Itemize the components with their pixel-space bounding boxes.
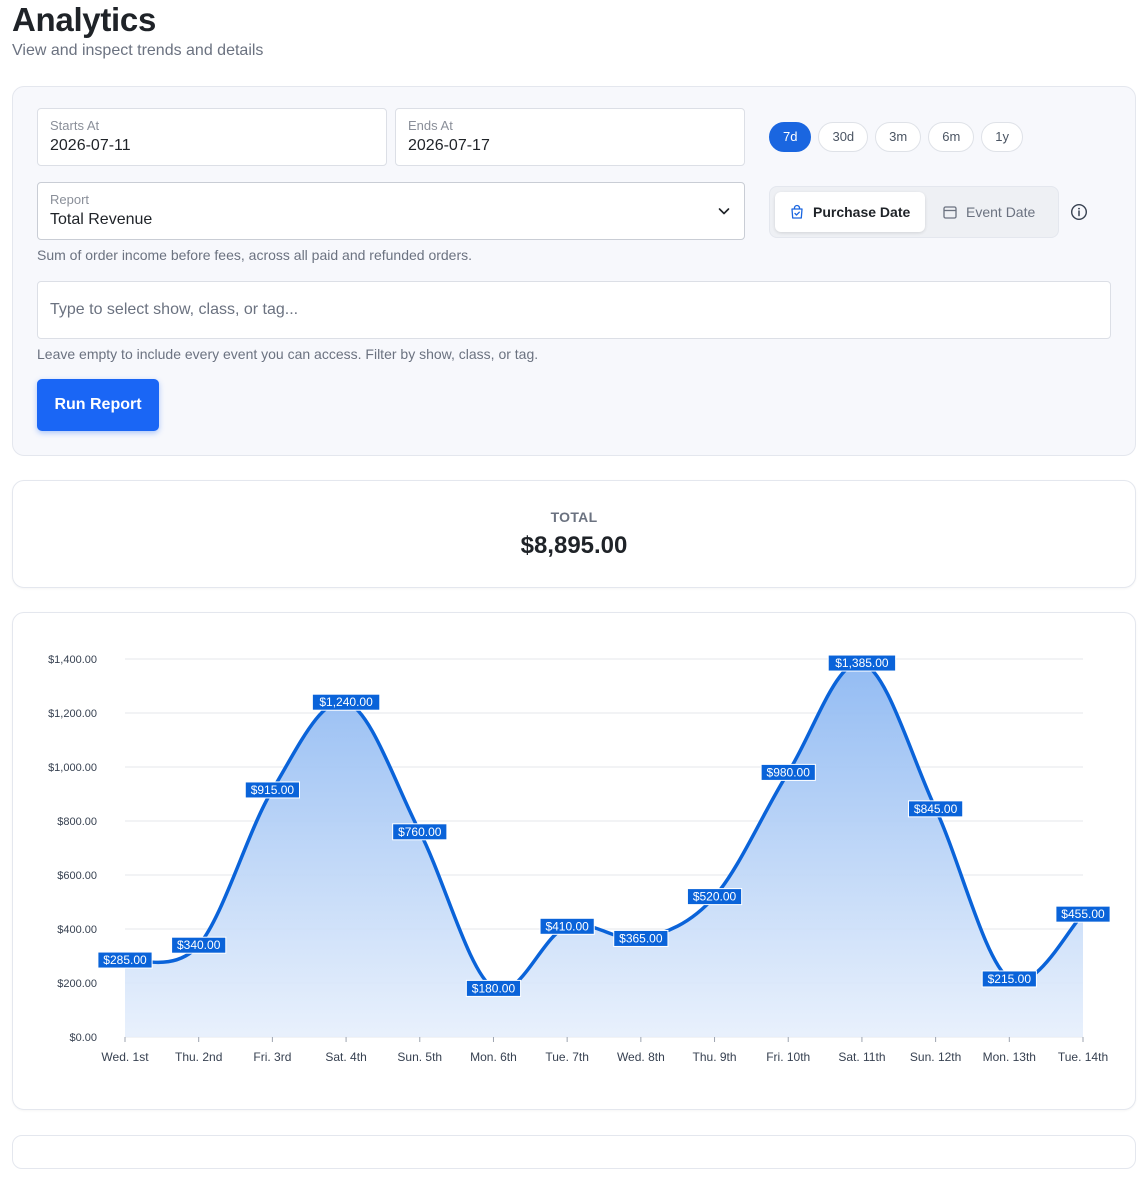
run-report-button[interactable]: Run Report [37, 379, 159, 431]
total-summary-card: TOTAL $8,895.00 [12, 480, 1136, 588]
range-7d-button[interactable]: 7d [769, 122, 812, 152]
range-3m-button[interactable]: 3m [875, 122, 922, 152]
data-label-text: $285.00 [103, 953, 147, 967]
report-select[interactable]: Report Total Revenue [37, 182, 745, 240]
ends-at-value: 2026-07-17 [408, 137, 490, 154]
y-tick-label: $400.00 [57, 924, 97, 936]
purchase-date-toggle[interactable]: Purchase Date [775, 192, 925, 232]
x-tick-label: Sat. 4th [325, 1050, 366, 1064]
data-label: $285.00 [97, 951, 153, 969]
y-tick-label: $1,200.00 [48, 708, 97, 720]
x-tick-label: Mon. 13th [983, 1050, 1036, 1064]
page-title: Analytics [12, 1, 157, 38]
revenue-area-chart: $0.00 $200.00 $400.00 $600.00 $800.00 $1,000.… [48, 654, 1111, 1064]
x-tick-label: Thu. 9th [693, 1050, 737, 1064]
data-label-text: $180.00 [472, 981, 516, 995]
data-label: $340.00 [171, 936, 227, 954]
range-6m-button[interactable]: 6m [928, 122, 975, 152]
report-filter-panel: Starts At 2026-07-11 Ends At 2026-07-17 … [12, 86, 1136, 456]
data-label: $760.00 [392, 823, 448, 841]
y-tick-label: $200.00 [57, 978, 97, 990]
data-label-text: $1,240.00 [319, 695, 373, 709]
x-tick-label: Sun. 5th [397, 1050, 442, 1064]
data-label: $520.00 [686, 888, 743, 906]
x-tick-label: Fri. 10th [766, 1050, 810, 1064]
revenue-chart-card: $0.00 $200.00 $400.00 $600.00 $800.00 $1,000.… [12, 612, 1136, 1110]
y-tick-label: $800.00 [57, 816, 97, 828]
y-tick-label: $0.00 [69, 1032, 97, 1044]
range-30d-button[interactable]: 30d [818, 122, 869, 152]
x-tick-label: Tue. 7th [545, 1050, 589, 1064]
details-card [12, 1135, 1136, 1169]
starts-at-label: Starts At [50, 118, 100, 133]
x-tick-label: Sun. 12th [910, 1050, 961, 1064]
date-type-toggle: Purchase Date Event Date [769, 186, 1059, 238]
data-label-text: $215.00 [988, 972, 1032, 986]
shopping-bag-icon [791, 204, 803, 219]
event-filter-input[interactable] [37, 281, 1111, 339]
ends-at-field[interactable]: Ends At 2026-07-17 [395, 108, 745, 166]
data-label-text: $845.00 [914, 802, 958, 816]
data-label: $410.00 [539, 917, 595, 935]
x-tick-label: Wed. 8th [617, 1050, 665, 1064]
x-tick-label: Wed. 1st [101, 1050, 149, 1064]
data-label-text: $760.00 [398, 825, 442, 839]
starts-at-value: 2026-07-11 [50, 137, 131, 154]
calendar-icon [943, 206, 957, 219]
data-label: $365.00 [613, 929, 669, 947]
data-label: $455.00 [1055, 905, 1111, 923]
data-label: $915.00 [244, 781, 300, 799]
data-label: $215.00 [981, 970, 1037, 988]
revenue-area-fill [125, 662, 1083, 1037]
data-label-text: $1,385.00 [835, 656, 889, 670]
event-date-toggle[interactable]: Event Date [928, 192, 1054, 232]
info-icon[interactable] [1070, 203, 1088, 221]
event-date-label: Event Date [966, 204, 1036, 220]
event-filter-help-text: Leave empty to include every event you c… [37, 346, 539, 362]
ends-at-label: Ends At [408, 118, 453, 133]
data-label: $1,385.00 [827, 654, 897, 672]
range-selector: 7d 30d 3m 6m 1y [769, 122, 1024, 152]
x-tick-label: Sat. 11th [838, 1050, 885, 1064]
x-tick-label: Thu. 2nd [175, 1050, 222, 1064]
data-label: $1,240.00 [311, 693, 381, 711]
data-label-text: $915.00 [251, 783, 295, 797]
data-label-text: $520.00 [693, 890, 737, 904]
range-1y-button[interactable]: 1y [981, 122, 1024, 152]
x-tick-label: Fri. 3rd [253, 1050, 291, 1064]
starts-at-field[interactable]: Starts At 2026-07-11 [37, 108, 387, 166]
x-tick-label: Tue. 14th [1058, 1050, 1108, 1064]
purchase-date-label: Purchase Date [813, 204, 911, 220]
data-label-text: $340.00 [177, 938, 221, 952]
y-tick-label: $600.00 [57, 870, 97, 882]
report-help-text: Sum of order income before fees, across … [37, 247, 473, 263]
total-value: $8,895.00 [520, 532, 628, 559]
data-label: $845.00 [908, 800, 964, 818]
data-label-text: $410.00 [545, 919, 589, 933]
total-label: TOTAL [550, 509, 598, 525]
data-label-text: $455.00 [1061, 907, 1105, 921]
report-label: Report [50, 192, 90, 207]
page-subtitle: View and inspect trends and details [12, 42, 264, 59]
chevron-down-icon [718, 208, 730, 215]
data-label: $180.00 [465, 979, 522, 997]
y-tick-label: $1,400.00 [48, 654, 97, 666]
y-tick-label: $1,000.00 [48, 762, 97, 774]
data-label: $980.00 [760, 763, 816, 781]
data-label-text: $980.00 [767, 765, 811, 779]
report-value: Total Revenue [50, 211, 153, 228]
x-tick-label: Mon. 6th [470, 1050, 517, 1064]
data-label-text: $365.00 [619, 931, 663, 945]
